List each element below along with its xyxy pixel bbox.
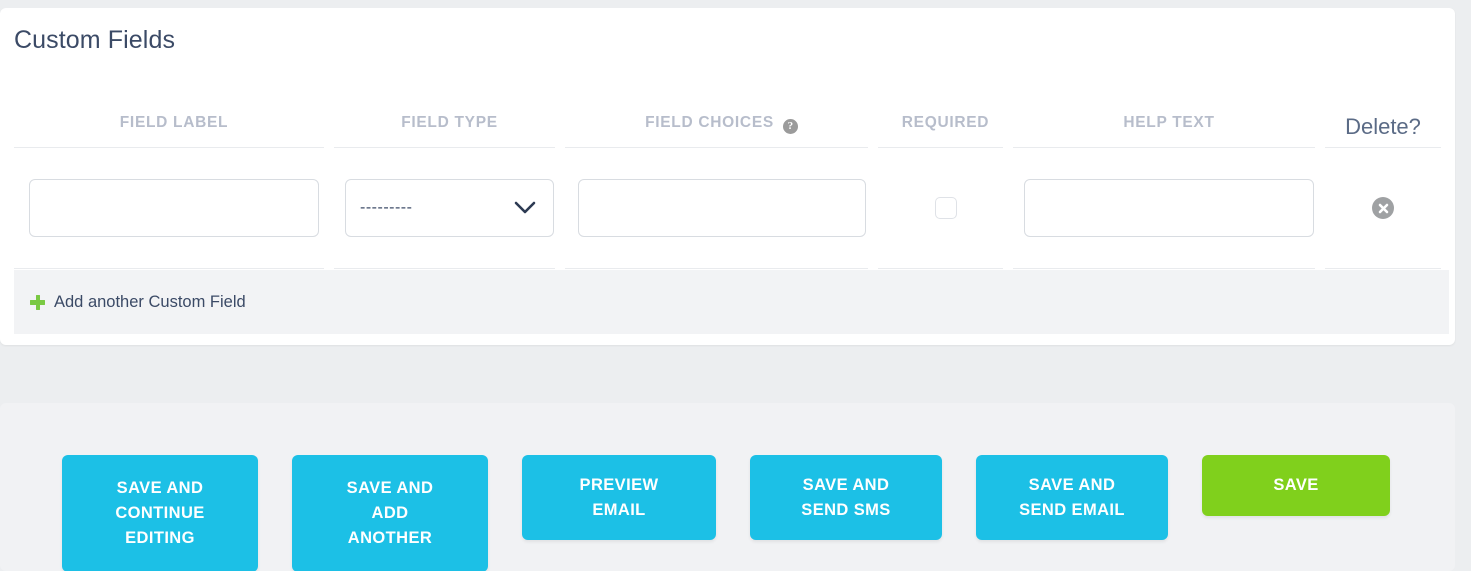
table-header-row: FIELD LABEL FIELD TYPE FIELD CHOICES ? R…: [14, 104, 1441, 148]
save-and-send-sms-button[interactable]: SAVE AND SEND SMS: [750, 455, 942, 540]
cell-required: [878, 148, 1013, 269]
save-and-add-another-button[interactable]: SAVE AND ADD ANOTHER: [292, 455, 488, 571]
field-choices-input[interactable]: [577, 179, 866, 237]
custom-fields-panel: Custom Fields FIELD LABEL FIELD TYPE FIE…: [0, 8, 1455, 345]
add-another-custom-field-row[interactable]: Add another Custom Field: [14, 270, 1449, 334]
column-header-delete: Delete?: [1325, 104, 1441, 148]
preview-email-button[interactable]: PREVIEW EMAIL: [522, 455, 716, 540]
required-checkbox[interactable]: [934, 197, 957, 219]
action-buttons: SAVE AND CONTINUE EDITING SAVE AND ADD A…: [62, 455, 1390, 571]
cell-field-label: [14, 148, 334, 269]
column-header-field-label: FIELD LABEL: [14, 104, 334, 148]
column-header-delete-text: Delete?: [1345, 114, 1421, 139]
cell-delete: [1325, 148, 1441, 269]
cell-help-text: [1013, 148, 1325, 269]
column-header-help-text: HELP TEXT: [1013, 104, 1325, 148]
field-type-select[interactable]: ---------: [345, 179, 554, 237]
save-button[interactable]: SAVE: [1202, 455, 1390, 516]
action-bar-panel: SAVE AND CONTINUE EDITING SAVE AND ADD A…: [0, 403, 1455, 571]
column-header-field-choices: FIELD CHOICES ?: [565, 104, 878, 148]
column-header-field-type-text: FIELD TYPE: [401, 114, 498, 131]
column-header-field-type: FIELD TYPE: [334, 104, 565, 148]
plus-icon: [30, 294, 45, 310]
field-label-input[interactable]: [29, 179, 319, 237]
field-type-select-value: ---------: [345, 179, 554, 237]
custom-fields-table: FIELD LABEL FIELD TYPE FIELD CHOICES ? R…: [14, 104, 1441, 269]
cell-field-type: ---------: [334, 148, 565, 269]
column-header-field-label-text: FIELD LABEL: [119, 114, 229, 131]
help-icon[interactable]: ?: [782, 119, 798, 134]
page-title: Custom Fields: [14, 26, 176, 54]
column-header-required: REQUIRED: [878, 104, 1013, 148]
column-header-required-text: REQUIRED: [901, 114, 990, 131]
save-and-continue-editing-button[interactable]: SAVE AND CONTINUE EDITING: [62, 455, 258, 571]
remove-circle-icon[interactable]: [1372, 197, 1394, 219]
save-and-send-email-button[interactable]: SAVE AND SEND EMAIL: [976, 455, 1168, 540]
cell-field-choices: [565, 148, 878, 269]
column-header-field-choices-text: FIELD CHOICES: [645, 114, 774, 131]
add-another-custom-field-label: Add another Custom Field: [54, 292, 246, 311]
table-row: ---------: [14, 148, 1441, 269]
page-root: Custom Fields FIELD LABEL FIELD TYPE FIE…: [0, 0, 1471, 571]
help-text-input[interactable]: [1024, 179, 1314, 237]
column-header-help-text-text: HELP TEXT: [1123, 114, 1215, 131]
